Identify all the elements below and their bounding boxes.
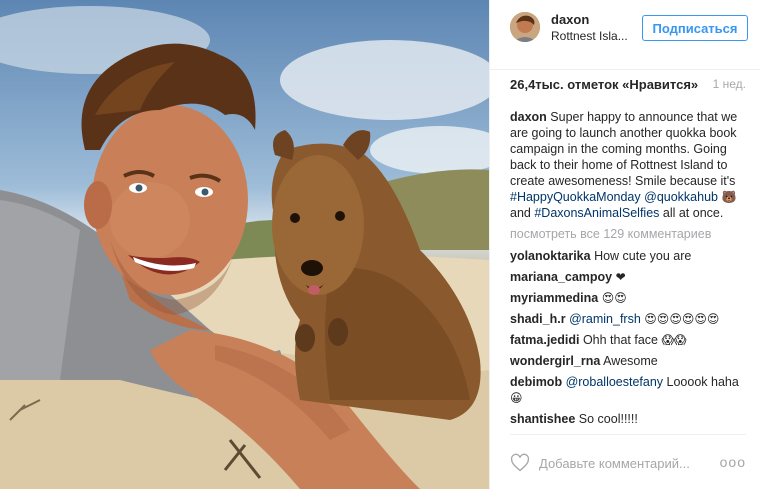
comment-text: How cute you are (594, 249, 692, 263)
post-photo[interactable] (0, 0, 489, 489)
add-comment-input[interactable] (539, 453, 709, 473)
mention-link[interactable]: @ramin_frsh (569, 312, 641, 326)
scream-emoji: 😱😱 (661, 333, 687, 347)
hashtag-link[interactable]: #DaxonsAnimalSelfies (534, 206, 659, 220)
heart-eyes-emoji: 😍😍 (601, 291, 627, 305)
post-author-username[interactable]: daxon (551, 12, 589, 27)
follow-button[interactable]: Подписаться (642, 15, 748, 41)
like-heart-icon[interactable] (510, 453, 530, 473)
caption-text: all at once. (659, 206, 724, 220)
bear-emoji: 🐻 (721, 190, 737, 204)
more-options-icon[interactable]: ooo (720, 454, 746, 470)
comment-item: debimob @roballoestefany Looook haha 😀 (510, 374, 746, 406)
comment-item: wondergirl_rna Awesome (510, 353, 746, 369)
comment-username[interactable]: wondergirl_rna (510, 354, 600, 368)
post-header: daxon Rottnest Isla... Подписаться (490, 0, 760, 70)
comment-username[interactable]: debimob (510, 375, 562, 389)
comment-username[interactable]: shadi_h.r (510, 312, 566, 326)
heart-outline-icon (510, 453, 530, 472)
comment-username[interactable]: myriammedina (510, 291, 598, 305)
comment-text: Looook haha (666, 375, 739, 389)
avatar-illustration (510, 12, 540, 42)
comment-footer: ooo (510, 434, 746, 489)
comment-item: shantishee So cool!!!!! (510, 411, 746, 427)
comment-text: Awesome (603, 354, 658, 368)
post-location[interactable]: Rottnest Isla... (551, 29, 628, 43)
mention-link[interactable]: @quokkahub (644, 190, 718, 204)
comment-username[interactable]: yolanoktarika (510, 249, 591, 263)
caption-username[interactable]: daxon (510, 110, 547, 124)
comment-text: So cool!!!!! (578, 412, 638, 426)
view-all-comments-link[interactable]: посмотреть все 129 комментариев (510, 226, 746, 242)
heart-eyes-emoji: 😍😍😍😍😍😍 (644, 312, 720, 326)
mention-link[interactable]: @roballoestefany (566, 375, 663, 389)
grin-emoji: 😀 (510, 391, 523, 405)
comment-username[interactable]: fatma.jedidi (510, 333, 579, 347)
heart-emoji: ❤ (615, 270, 626, 284)
post-side-panel: daxon Rottnest Isla... Подписаться 26,4т… (489, 0, 760, 489)
comment-item: mariana_campoy ❤ (510, 269, 746, 285)
comment-username[interactable]: mariana_campoy (510, 270, 612, 284)
comment-item: yolanoktarika How cute you are (510, 248, 746, 264)
comment-item: shadi_h.r @ramin_frsh 😍😍😍😍😍😍 (510, 311, 746, 327)
post-caption: daxon Super happy to announce that we ar… (510, 109, 746, 221)
comment-item: fatma.jedidi Ohh that face 😱😱 (510, 332, 746, 348)
avatar[interactable] (510, 12, 540, 42)
post-timestamp[interactable]: 1 нед. (713, 77, 746, 91)
caption-text: and (510, 206, 535, 220)
likes-count[interactable]: 26,4тыс. отметок «Нравится» (510, 77, 698, 92)
comments-section: daxon Super happy to announce that we ar… (510, 109, 746, 432)
hashtag-link[interactable]: #HappyQuokkaMonday (510, 190, 641, 204)
photo-illustration (0, 6, 489, 489)
comment-username[interactable]: shantishee (510, 412, 575, 426)
likes-row: 26,4тыс. отметок «Нравится» 1 нед. (510, 77, 746, 93)
comment-text: Ohh that face (582, 333, 659, 347)
comment-item: myriammedina 😍😍 (510, 290, 746, 306)
